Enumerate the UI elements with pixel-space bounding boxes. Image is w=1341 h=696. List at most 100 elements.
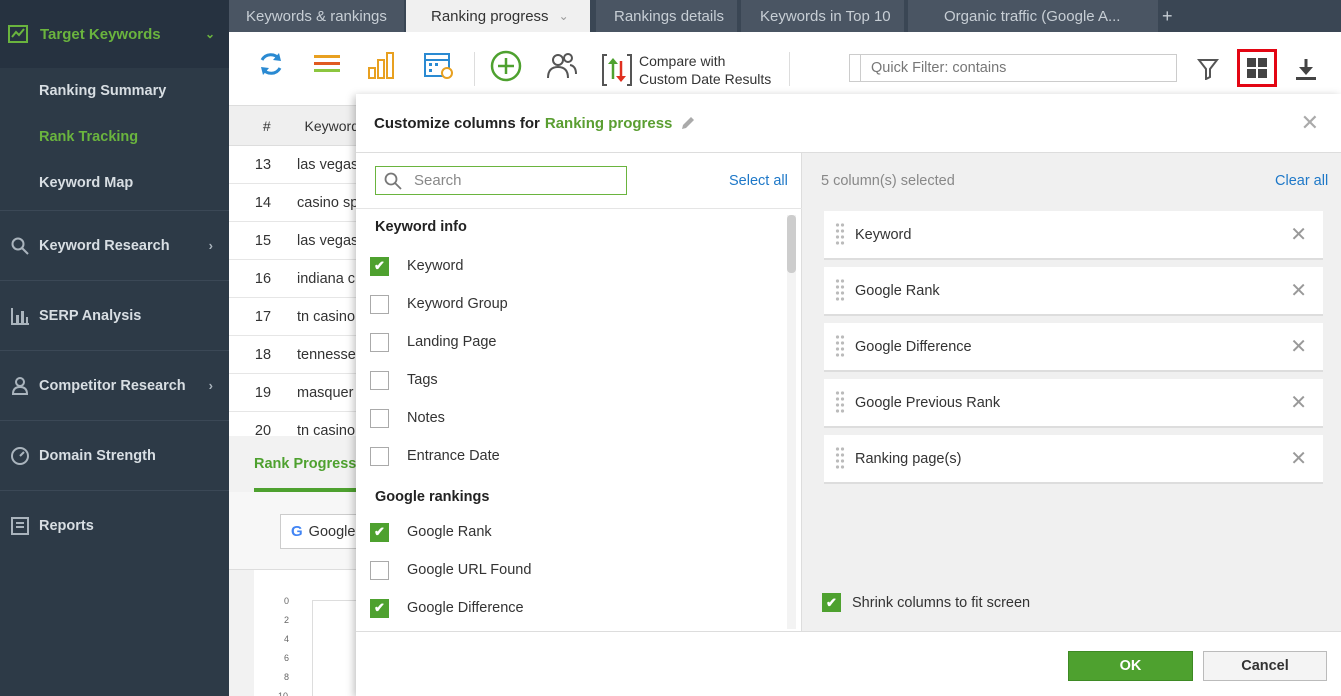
sidebar-item-rank-tracking[interactable]: Rank Tracking bbox=[0, 114, 229, 160]
drag-handle-icon[interactable] bbox=[824, 334, 855, 360]
selected-column-item[interactable]: Google Rank ✕ bbox=[824, 267, 1323, 316]
table-header: # Keyword bbox=[229, 106, 359, 146]
scrollbar[interactable] bbox=[787, 215, 796, 629]
export-button[interactable] bbox=[1294, 57, 1318, 84]
ok-button[interactable]: OK bbox=[1068, 651, 1193, 681]
tab-keywords-top-10[interactable]: Keywords in Top 10 bbox=[741, 0, 904, 32]
download-icon bbox=[1296, 59, 1316, 80]
refresh-button[interactable] bbox=[257, 50, 285, 81]
drag-handle-icon[interactable] bbox=[824, 278, 855, 304]
drag-handle-icon[interactable] bbox=[824, 390, 855, 416]
selected-column-item[interactable]: Ranking page(s) ✕ bbox=[824, 435, 1323, 484]
tab-ranking-progress[interactable]: Ranking progress ⌄ bbox=[406, 0, 590, 32]
table-row[interactable]: 16 indiana c bbox=[229, 260, 359, 298]
remove-column-icon[interactable]: ✕ bbox=[1290, 222, 1307, 247]
sidebar-item-label: Reports bbox=[39, 517, 94, 534]
table-row[interactable]: 18 tennesse bbox=[229, 336, 359, 374]
sidebar-item-label: Keyword Research bbox=[39, 237, 170, 254]
column-option[interactable]: Tags bbox=[370, 365, 438, 395]
column-search-input[interactable]: Search bbox=[375, 166, 627, 195]
list-view-button[interactable] bbox=[313, 50, 341, 81]
column-option[interactable]: Landing Page bbox=[370, 327, 497, 357]
selected-column-label: Google Previous Rank bbox=[855, 394, 1001, 411]
remove-column-icon[interactable]: ✕ bbox=[1290, 390, 1307, 415]
dialog-header: Customize columns for Ranking progress ✕ bbox=[356, 94, 1341, 153]
sidebar-item-domain-strength[interactable]: Domain Strength bbox=[0, 420, 229, 490]
column-header-keyword[interactable]: Keyword bbox=[305, 118, 359, 134]
drag-handle-icon[interactable] bbox=[824, 222, 855, 248]
y-axis-tick-label: 6 bbox=[284, 653, 290, 663]
tab-organic-traffic[interactable]: Organic traffic (Google A... bbox=[908, 0, 1158, 32]
column-option-label: Google Rank bbox=[407, 524, 492, 540]
selected-column-label: Keyword bbox=[855, 226, 912, 243]
table-row[interactable]: 17 tn casino bbox=[229, 298, 359, 336]
table-row[interactable]: 19 masquer bbox=[229, 374, 359, 412]
google-logo-icon: G bbox=[291, 523, 303, 540]
select-all-link[interactable]: Select all bbox=[729, 173, 788, 189]
tab-rankings-details[interactable]: Rankings details bbox=[596, 0, 737, 32]
sidebar-item-ranking-summary[interactable]: Ranking Summary bbox=[0, 68, 229, 114]
column-checkbox[interactable] bbox=[370, 560, 389, 580]
calendar-icon bbox=[424, 53, 453, 79]
sidebar-item-keyword-research[interactable]: Keyword Research › bbox=[0, 210, 229, 280]
sidebar-item-keyword-map[interactable]: Keyword Map bbox=[0, 160, 229, 206]
users-icon bbox=[547, 53, 577, 79]
add-tab-button[interactable]: + bbox=[1162, 6, 1173, 27]
add-button[interactable] bbox=[490, 50, 522, 85]
column-option[interactable]: ✔ Keyword bbox=[370, 251, 463, 281]
clear-all-link[interactable]: Clear all bbox=[1275, 173, 1328, 189]
sidebar-item-reports[interactable]: Reports bbox=[0, 490, 229, 560]
column-checkbox[interactable] bbox=[370, 332, 389, 352]
column-option-label: Google Difference bbox=[407, 600, 524, 616]
column-header-number[interactable]: # bbox=[229, 118, 305, 134]
competitors-button[interactable] bbox=[546, 50, 578, 85]
column-checkbox[interactable]: ✔ bbox=[370, 522, 389, 542]
sidebar-item-competitor-research[interactable]: Competitor Research › bbox=[0, 350, 229, 420]
remove-column-icon[interactable]: ✕ bbox=[1290, 446, 1307, 471]
column-option[interactable]: Keyword Group bbox=[370, 289, 508, 319]
selected-column-item[interactable]: Google Difference ✕ bbox=[824, 323, 1323, 372]
column-checkbox[interactable] bbox=[370, 294, 389, 314]
y-axis-tick-label: 4 bbox=[284, 634, 290, 644]
column-checkbox[interactable] bbox=[370, 446, 389, 466]
customize-columns-highlight bbox=[1237, 49, 1277, 87]
sidebar-item-serp-analysis[interactable]: SERP Analysis bbox=[0, 280, 229, 350]
pencil-icon[interactable] bbox=[680, 115, 696, 131]
column-checkbox[interactable]: ✔ bbox=[370, 598, 389, 618]
tab-keywords-rankings[interactable]: Keywords & rankings bbox=[229, 0, 404, 32]
column-option[interactable]: Notes bbox=[370, 403, 445, 433]
column-checkbox[interactable] bbox=[370, 408, 389, 428]
search-icon bbox=[384, 172, 402, 193]
row-keyword: tennesse bbox=[297, 346, 356, 363]
table-row[interactable]: 15 las vegas bbox=[229, 222, 359, 260]
quick-filter-input[interactable]: Quick Filter: contains bbox=[860, 54, 1177, 82]
column-option[interactable]: Entrance Date bbox=[370, 441, 500, 471]
column-option[interactable]: Google URL Found bbox=[370, 555, 531, 585]
remove-column-icon[interactable]: ✕ bbox=[1290, 334, 1307, 359]
tab-bar: Keywords & rankings Ranking progress ⌄ Ra… bbox=[229, 0, 1341, 32]
schedule-button[interactable] bbox=[423, 50, 455, 83]
cancel-button[interactable]: Cancel bbox=[1203, 651, 1327, 681]
chart-button[interactable] bbox=[367, 50, 397, 83]
column-checkbox[interactable] bbox=[370, 370, 389, 390]
sidebar-header-target-keywords[interactable]: Target Keywords ⌄ bbox=[0, 0, 229, 68]
column-option[interactable]: ✔ Google Difference bbox=[370, 593, 524, 623]
column-option[interactable]: ✔ Google Rank bbox=[370, 517, 492, 547]
filter-button[interactable] bbox=[1196, 58, 1220, 83]
table-row[interactable]: 14 casino sp bbox=[229, 184, 359, 222]
scrollbar-thumb[interactable] bbox=[787, 215, 796, 273]
drag-handle-icon[interactable] bbox=[824, 446, 855, 472]
remove-column-icon[interactable]: ✕ bbox=[1290, 278, 1307, 303]
shrink-columns-checkbox[interactable]: ✔ bbox=[822, 593, 841, 612]
selected-column-item[interactable]: Keyword ✕ bbox=[824, 211, 1323, 260]
compare-custom-date-button[interactable]: Compare with Custom Date Results bbox=[601, 52, 771, 88]
dialog-title-workspace: Ranking progress bbox=[544, 114, 673, 132]
close-icon[interactable]: ✕ bbox=[1301, 110, 1319, 136]
table-row[interactable]: 13 las vegas bbox=[229, 146, 359, 184]
column-checkbox[interactable]: ✔ bbox=[370, 256, 389, 276]
column-option-label: Google URL Found bbox=[407, 562, 532, 578]
filter-field-dropdown[interactable] bbox=[849, 54, 860, 82]
shrink-columns-option[interactable]: ✔ Shrink columns to fit screen bbox=[822, 593, 1030, 612]
selected-column-item[interactable]: Google Previous Rank ✕ bbox=[824, 379, 1323, 428]
column-option-label: Entrance Date bbox=[407, 448, 500, 464]
